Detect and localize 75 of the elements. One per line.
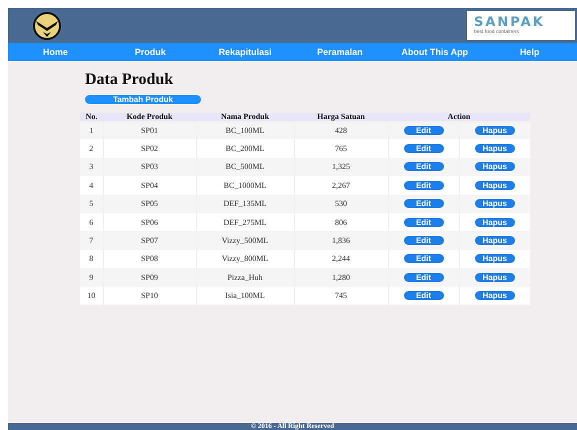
delete-button[interactable]: Hapus <box>474 218 515 227</box>
nav-link[interactable]: Rekapitulasi <box>218 47 272 57</box>
table-cell: SP03 <box>141 162 158 172</box>
table-cell: Vizzy_800ML <box>222 254 268 264</box>
table-cell: 2 <box>89 144 94 154</box>
table-cell: 2,244 <box>332 254 350 264</box>
table-cell: 1,280 <box>332 272 350 282</box>
brand-name: SANPAK <box>474 16 546 29</box>
table-cell: 10 <box>87 291 96 300</box>
edit-button[interactable]: Edit <box>404 254 444 264</box>
add-product-button[interactable]: Tambah Produk <box>85 95 201 104</box>
table-cell: 7 <box>89 236 94 246</box>
table-cell: 3 <box>89 162 94 172</box>
delete-button[interactable]: Hapus <box>474 144 515 154</box>
delete-button[interactable]: Hapus <box>474 236 515 246</box>
edit-button[interactable]: Edit <box>404 291 444 300</box>
table-cell: SP06 <box>141 218 158 227</box>
table-cell: SP08 <box>141 254 158 264</box>
table-cell: 9 <box>89 272 94 282</box>
table-cell: 6 <box>89 218 94 227</box>
table-cell: Pizza_Huh <box>227 272 263 282</box>
table-cell: SP07 <box>141 236 158 246</box>
table-cell: SP01 <box>141 126 158 135</box>
edit-button[interactable]: Edit <box>404 218 444 227</box>
edit-button[interactable]: Edit <box>404 162 444 172</box>
nav-link[interactable]: Peramalan <box>317 47 363 57</box>
nav-link[interactable]: About This App <box>401 47 468 57</box>
table-cell: SP05 <box>141 199 158 208</box>
edit-button[interactable]: Edit <box>404 236 444 246</box>
table-cell: DEF_135ML <box>223 199 267 208</box>
eagle-emblem-icon <box>33 12 61 40</box>
table-cell: 745 <box>335 291 347 300</box>
edit-button[interactable]: Edit <box>404 199 444 208</box>
column-header: Harga Satuan <box>294 113 388 121</box>
table-cell: 530 <box>335 199 347 208</box>
table-cell: 8 <box>89 254 94 264</box>
table-cell: DEF_275ML <box>223 218 267 227</box>
table-cell: BC_500ML <box>226 162 264 172</box>
table-cell: 806 <box>335 218 347 227</box>
delete-button[interactable]: Hapus <box>474 180 515 190</box>
table-cell: Vizzy_500ML <box>222 236 268 246</box>
delete-button[interactable]: Hapus <box>474 162 515 172</box>
column-header: Nama Produk <box>196 113 294 121</box>
table-cell: Isia_100ML <box>225 291 265 300</box>
table-cell: 5 <box>89 199 94 208</box>
nav-link[interactable]: Help <box>520 47 540 57</box>
table-cell: SP02 <box>141 144 158 154</box>
table-cell: 1,325 <box>332 162 350 172</box>
column-header: Action <box>388 113 530 121</box>
table-cell: SP04 <box>141 180 158 190</box>
table-cell: BC_1000ML <box>224 180 266 190</box>
nav-link[interactable]: Produk <box>134 47 166 57</box>
table-cell: 1 <box>89 126 94 135</box>
edit-button[interactable]: Edit <box>404 126 444 135</box>
delete-button[interactable]: Hapus <box>474 254 515 264</box>
table-cell: BC_200ML <box>226 144 264 154</box>
delete-button[interactable]: Hapus <box>474 199 515 208</box>
table-cell: SP10 <box>141 291 158 300</box>
delete-button[interactable]: Hapus <box>474 291 515 300</box>
delete-button[interactable]: Hapus <box>474 272 515 282</box>
edit-button[interactable]: Edit <box>404 144 444 154</box>
table-cell: BC_100ML <box>226 126 264 135</box>
table-cell: 2,267 <box>332 180 350 190</box>
table-cell: SP09 <box>141 272 158 282</box>
table-cell: 4 <box>89 180 94 190</box>
table-cell: 428 <box>335 126 347 135</box>
nav-link[interactable]: Home <box>42 47 68 57</box>
edit-button[interactable]: Edit <box>404 180 444 190</box>
edit-button[interactable]: Edit <box>404 272 444 282</box>
delete-button[interactable]: Hapus <box>474 126 515 135</box>
table-cell: 1,836 <box>332 236 350 246</box>
table-cell: 765 <box>335 144 347 154</box>
column-header: Kode Produk <box>103 113 196 121</box>
page-title: Data Produk <box>85 71 174 89</box>
column-header: No. <box>80 113 103 121</box>
